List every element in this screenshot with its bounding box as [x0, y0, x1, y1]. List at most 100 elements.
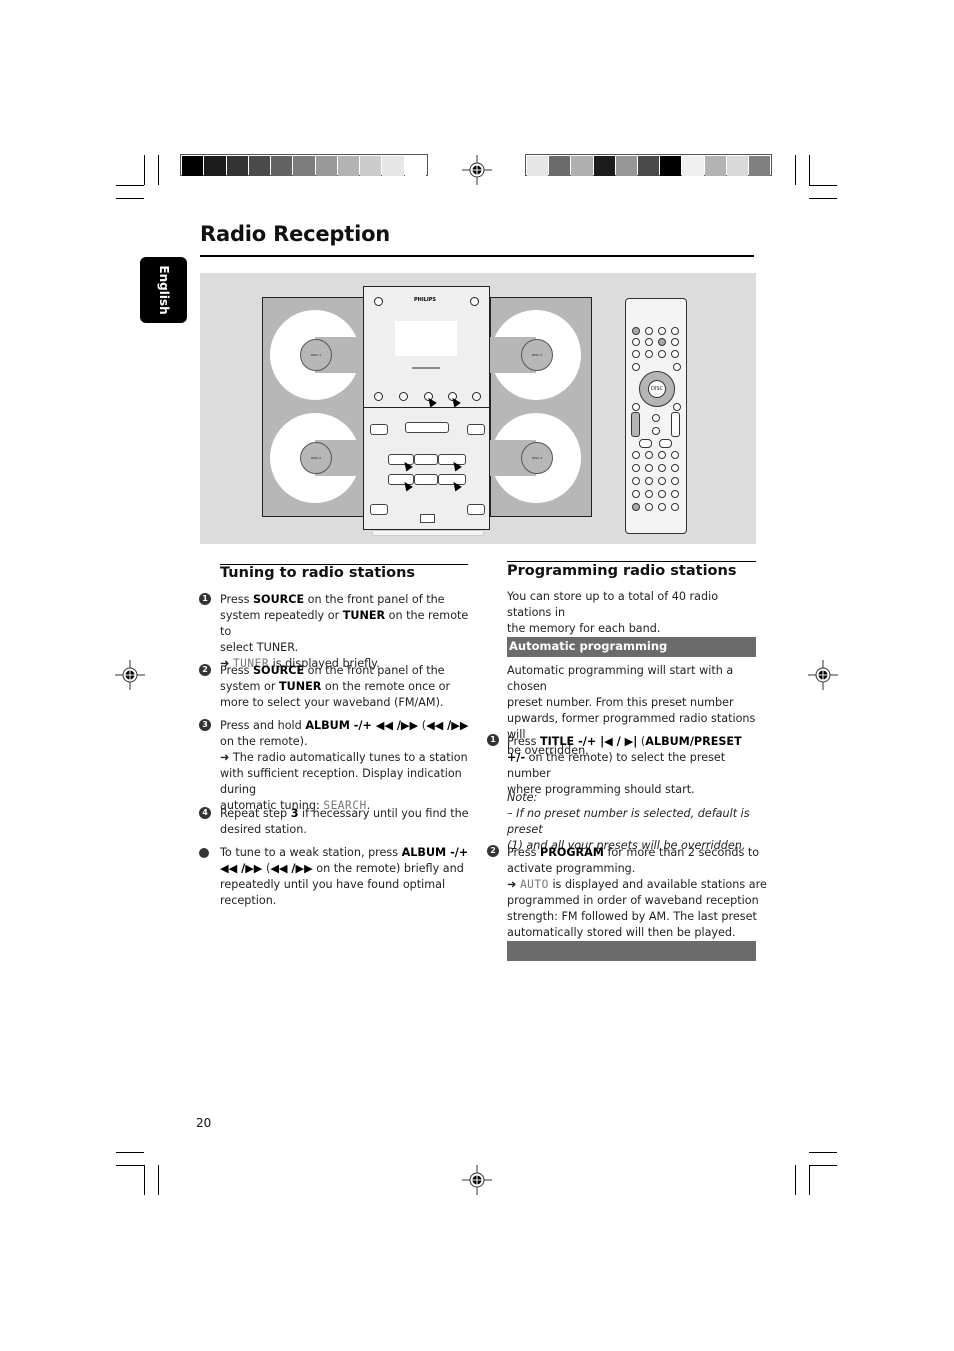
title-rule [200, 255, 754, 257]
step-marker: 2 [487, 845, 499, 857]
panel-button [370, 504, 388, 515]
text-run: on the front panel of the [304, 593, 445, 606]
remote-button [671, 338, 679, 346]
text-run: for more than 2 seconds to [603, 846, 760, 859]
text-line: repeatedly until you have found optimal [220, 877, 480, 893]
remote-button [658, 464, 666, 472]
remote-button [671, 350, 679, 358]
text-run: desired station. [220, 823, 307, 836]
step-marker: 4 [199, 807, 211, 819]
remote-button [652, 427, 660, 435]
text-line: Press and hold ALBUM -/+ ◀◀ /▶▶ (◀◀ /▶▶ [220, 718, 480, 734]
text-run: Press and hold [220, 719, 306, 732]
disc-slot-4: DISC 4 [486, 413, 581, 503]
text-run: Press [507, 735, 540, 748]
color-swatch [315, 156, 337, 176]
color-swatch [271, 156, 293, 176]
bold-term: ALBUM -/+ ◀◀ /▶▶ [305, 719, 419, 732]
remote-button [632, 403, 640, 411]
remote-button [673, 363, 681, 371]
tuning-step: Repeat step 3 if necessary until you fin… [220, 806, 480, 838]
main-unit: PHILIPS [363, 286, 490, 530]
text-line: Repeat step 3 if necessary until you fin… [220, 806, 480, 822]
text-line: To tune to a weak station, press ALBUM -… [220, 845, 480, 861]
remote-button [658, 503, 666, 511]
pointer-arrow-icon [449, 395, 461, 408]
color-swatch [571, 156, 593, 176]
crop-mark [144, 1165, 145, 1195]
disc-label: DISC 1 [310, 353, 322, 357]
crop-mark [116, 1165, 144, 1166]
text-run: with sufficient reception. Display indic… [220, 767, 462, 796]
disc-slot-3: DISC 3 [486, 310, 581, 400]
display-readout: AUTO [519, 878, 549, 891]
color-swatch [615, 156, 637, 176]
text-run: select TUNER. [220, 641, 299, 654]
remote-button [645, 327, 653, 335]
color-bar-right [525, 154, 772, 176]
text-run: Repeat step [220, 807, 291, 820]
remote-button [632, 490, 640, 498]
step-marker: 1 [487, 734, 499, 746]
front-button [399, 392, 408, 401]
panel-divider [364, 407, 489, 408]
text-line: +/- on the remote) to select the preset … [507, 750, 767, 782]
color-swatch [293, 156, 315, 176]
text-run: automatically stored will then be played… [507, 926, 736, 939]
bold-term: ◀◀ /▶▶ [270, 862, 313, 875]
text-run: ( [418, 719, 427, 732]
color-swatch [337, 156, 360, 176]
unit-base [372, 530, 484, 536]
text-line: system repeatedly or TUNER on the remote… [220, 608, 480, 640]
remote-button [671, 327, 679, 335]
color-swatch [226, 156, 248, 176]
automatic-programming-subheading: Automatic programming [507, 637, 756, 657]
remote-button [645, 503, 653, 511]
color-swatch [248, 156, 271, 176]
text-line: Press PROGRAM for more than 2 seconds to [507, 845, 767, 861]
standby-button [374, 297, 383, 306]
text-run: on the remote) briefly and [312, 862, 464, 875]
remote-button [632, 350, 640, 358]
section-rule [507, 561, 756, 562]
bold-term: TITLE -/+ |◀ / ▶| [540, 735, 638, 748]
remote-button [632, 338, 640, 346]
text-run: is displayed and available stations are [548, 878, 767, 891]
remote-button [671, 490, 679, 498]
bold-term: +/- [507, 751, 526, 764]
bold-term: TUNER [279, 680, 322, 693]
color-swatch [593, 156, 615, 176]
text-line: with sufficient reception. Display indic… [220, 766, 480, 798]
crop-mark [795, 155, 796, 185]
tuning-step: Press SOURCE on the front panel of the sy… [220, 592, 480, 672]
remote-control: DISC [625, 298, 687, 534]
display-screen [395, 321, 457, 356]
text-line: Press SOURCE on the front panel of the [220, 592, 480, 608]
text-run: Press [220, 593, 253, 606]
crop-mark [809, 1165, 837, 1166]
text-run: ➜ [507, 878, 520, 891]
remote-stop-button [659, 439, 672, 448]
remote-volume-rocker [671, 412, 680, 437]
bold-term: ◀◀ /▶▶ [220, 862, 263, 875]
gray-band [507, 941, 756, 961]
display-strip [412, 367, 440, 369]
crop-mark [809, 185, 837, 186]
crop-mark [158, 155, 159, 185]
remote-button [673, 403, 681, 411]
text-line: programmed in order of waveband receptio… [507, 893, 767, 909]
text-line: You can store up to a total of 40 radio … [507, 590, 719, 619]
crop-mark [809, 1152, 837, 1153]
pointer-arrow-icon [425, 395, 437, 408]
remote-button [632, 464, 640, 472]
text-line: automatically stored will then be played… [507, 925, 767, 941]
crop-mark [116, 1152, 144, 1153]
color-swatch [360, 156, 382, 176]
brand-logo: PHILIPS [414, 297, 437, 303]
text-line: – If no preset number is selected, defau… [507, 807, 750, 836]
remote-button [645, 477, 653, 485]
stop-button [414, 474, 438, 485]
bold-term: TUNER [342, 609, 386, 622]
step-marker: 2 [199, 664, 211, 676]
color-swatch [704, 156, 726, 176]
